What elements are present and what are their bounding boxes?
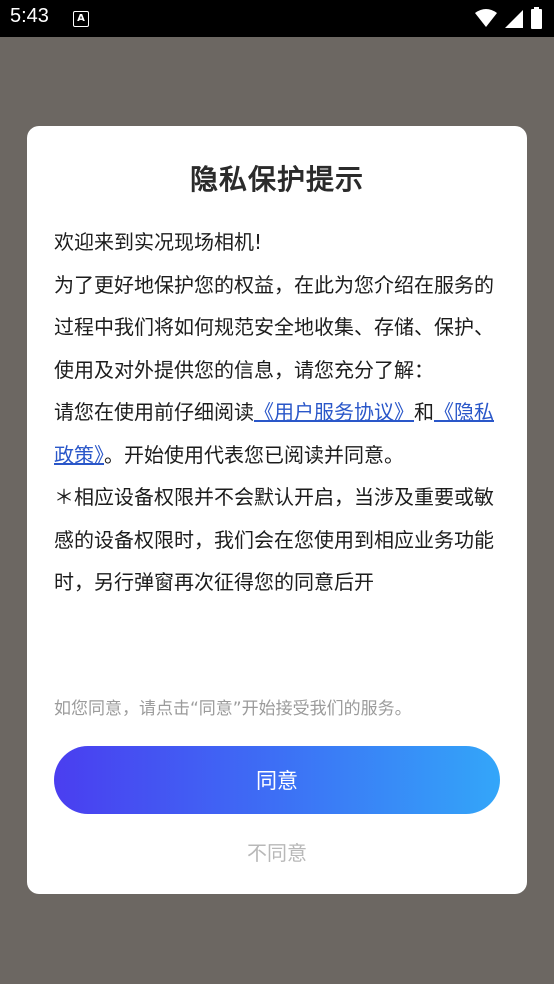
- user-agreement-link[interactable]: 《用户服务协议》: [254, 400, 414, 424]
- battery-icon: [531, 7, 542, 29]
- disagree-button[interactable]: 不同意: [27, 836, 527, 867]
- agreement-and: 和: [414, 400, 434, 424]
- status-icons: [475, 7, 542, 29]
- agreement-prefix: 请您在使用前仔细阅读: [54, 400, 254, 424]
- consent-hint: 如您同意，请点击“同意”开始接受我们的服务。: [54, 699, 412, 719]
- welcome-text: 欢迎来到实况现场相机!: [54, 230, 263, 254]
- agreement-suffix: 。开始使用代表您已阅读并同意。: [104, 442, 404, 467]
- status-bar: 5:43 A: [0, 0, 554, 37]
- wifi-icon: [475, 9, 497, 27]
- permission-paragraph: ＊相应设备权限并不会默认开启，当涉及重要或敏感的设备权限时，我们会在您使用到相应…: [54, 485, 494, 594]
- privacy-dialog: 隐私保护提示 欢迎来到实况现场相机! 为了更好地保护您的权益，在此为您介绍在服务…: [27, 126, 527, 894]
- agreement-paragraph: 请您在使用前仔细阅读《用户服务协议》和《隐私政策》。开始使用代表您已阅读并同意。: [54, 391, 494, 476]
- intro-paragraph: 为了更好地保护您的权益，在此为您介绍在服务的过程中我们将如何规范安全地收集、存储…: [54, 272, 494, 382]
- dialog-title: 隐私保护提示: [189, 163, 364, 196]
- signal-icon: [505, 10, 523, 28]
- privacy-content[interactable]: 欢迎来到实况现场相机! 为了更好地保护您的权益，在此为您介绍在服务的过程中我们将…: [54, 221, 494, 731]
- status-time: 5:43: [10, 5, 49, 27]
- agree-button[interactable]: 同意: [54, 746, 500, 814]
- notification-a-icon: A: [73, 11, 89, 27]
